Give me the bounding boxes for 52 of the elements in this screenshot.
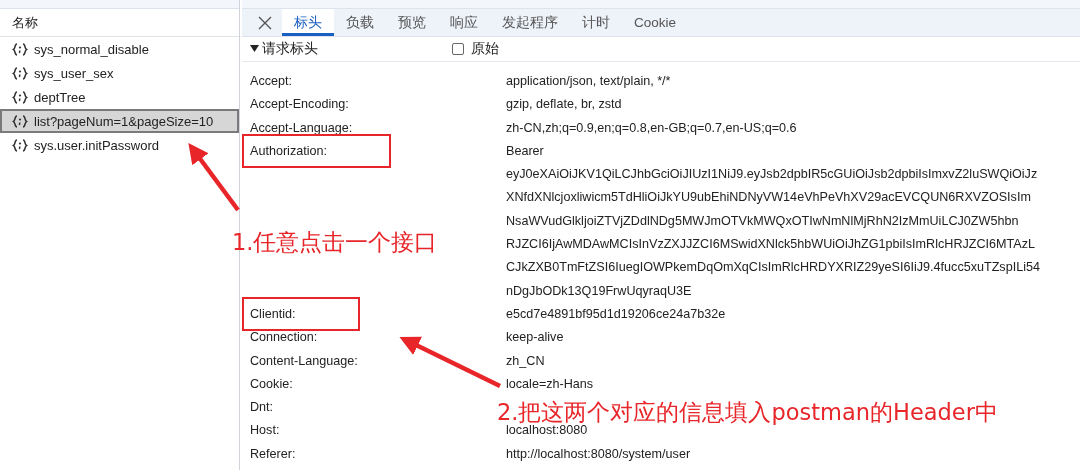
header-value: NsaWVudGlkljoiZTVjZDdlNDg5MWJmOTVkMWQxOTIwNmNlMjRhN2IzMmUiLCJ0ZW5hbn	[506, 212, 1020, 230]
header-name: Cookie:	[250, 376, 293, 391]
header-value: zh_CN	[506, 352, 546, 370]
json-icon	[12, 66, 28, 80]
request-item[interactable]: deptTree	[0, 85, 239, 109]
checkbox[interactable]	[452, 43, 464, 55]
header-value: locale=zh-Hans	[506, 375, 595, 393]
tab[interactable]: 标头	[282, 9, 334, 36]
tab[interactable]: Cookie	[622, 9, 689, 36]
column-header: 名称	[12, 13, 38, 32]
header-value: http://localhost:8080/system/user	[506, 445, 692, 463]
header-name: Accept-Encoding:	[250, 97, 349, 112]
header-value: RJZCI6IjAwMDAwMCIsInVzZXJJZCI6MSwidXNlck5hbWUiOiJhZG1pbiIsImRlcHRJZCI6MTAzL	[506, 236, 1037, 254]
header-value: eyJ0eXAiOiJKV1QiLCJhbGciOiJIUzI1NiJ9.eyJsb2dpbIR5cGUiOiJsb2dpbiIsImxvZ2luSWQiOiJz	[506, 166, 1039, 184]
header-value: e5cd7e4891bf95d1d19206ce24a7b32e	[506, 305, 727, 323]
request-item[interactable]: sys_user_sex	[0, 61, 239, 85]
header-name: Connection:	[250, 330, 318, 345]
header-name: Referer:	[250, 446, 296, 461]
header-name: Clientid:	[250, 306, 296, 321]
tab[interactable]: 预览	[386, 9, 438, 36]
header-value: Bearer	[506, 142, 545, 160]
arrow	[188, 143, 240, 212]
header-name: Content-Language:	[250, 353, 358, 368]
header-value: zh-CN,zh;q=0.9,en;q=0.8,en-GB;q=0.7,en-US;q=0.6	[506, 119, 798, 137]
json-icon	[12, 42, 28, 56]
annotation-text: 2.把这两个对应的信息填入postman的Header中	[497, 398, 998, 425]
header-value: application/json, text/plain, */*	[506, 73, 672, 90]
tab[interactable]: 发起程序	[490, 9, 570, 36]
header-value: keep-alive	[506, 329, 565, 347]
json-icon	[12, 114, 28, 128]
json-icon	[12, 90, 28, 104]
tab[interactable]: 响应	[438, 9, 490, 36]
section-toggle[interactable]: 请求标头	[250, 40, 452, 58]
header-value: gzip, deflate, br, zstd	[506, 96, 623, 114]
header-name: Accept:	[250, 74, 292, 88]
header-name: Host:	[250, 423, 280, 438]
annotation-text: 1.任意点击一个接口	[232, 228, 438, 257]
header-value: nDgJbODk13Q19FrwUqyraqU3E	[506, 282, 693, 300]
checkbox-label: 原始	[471, 40, 499, 58]
request-item[interactable]: list?pageNum=1&pageSize=10	[0, 109, 239, 133]
tab[interactable]: 计时	[570, 9, 622, 36]
header-name: Dnt:	[250, 400, 274, 415]
request-item[interactable]: sys.user.initPassword	[0, 133, 239, 157]
json-icon	[12, 138, 28, 152]
header-name: Authorization:	[250, 143, 327, 158]
header-value: localhost:8080	[506, 423, 589, 440]
header-value: CJkZXB0TmFtZSI6IuegIOWPkemDqOmXqCIsImRlcHRDYXRIZ29yeSI6IiJ9.4fucc5xuTZspILi54	[506, 259, 1041, 277]
header-name: Accept-Language:	[250, 120, 353, 135]
request-item[interactable]: sys_normal_disable	[0, 37, 239, 61]
tab[interactable]: 负载	[334, 9, 386, 36]
caret-down-icon	[250, 45, 259, 53]
header-value: XNfdXNlcjoxliwicm5TdHliOiJkYU9ubEhiNDNyVW14eVhPeVhXV29acEVCQUN6RXVZOSIsIm	[506, 189, 1032, 207]
